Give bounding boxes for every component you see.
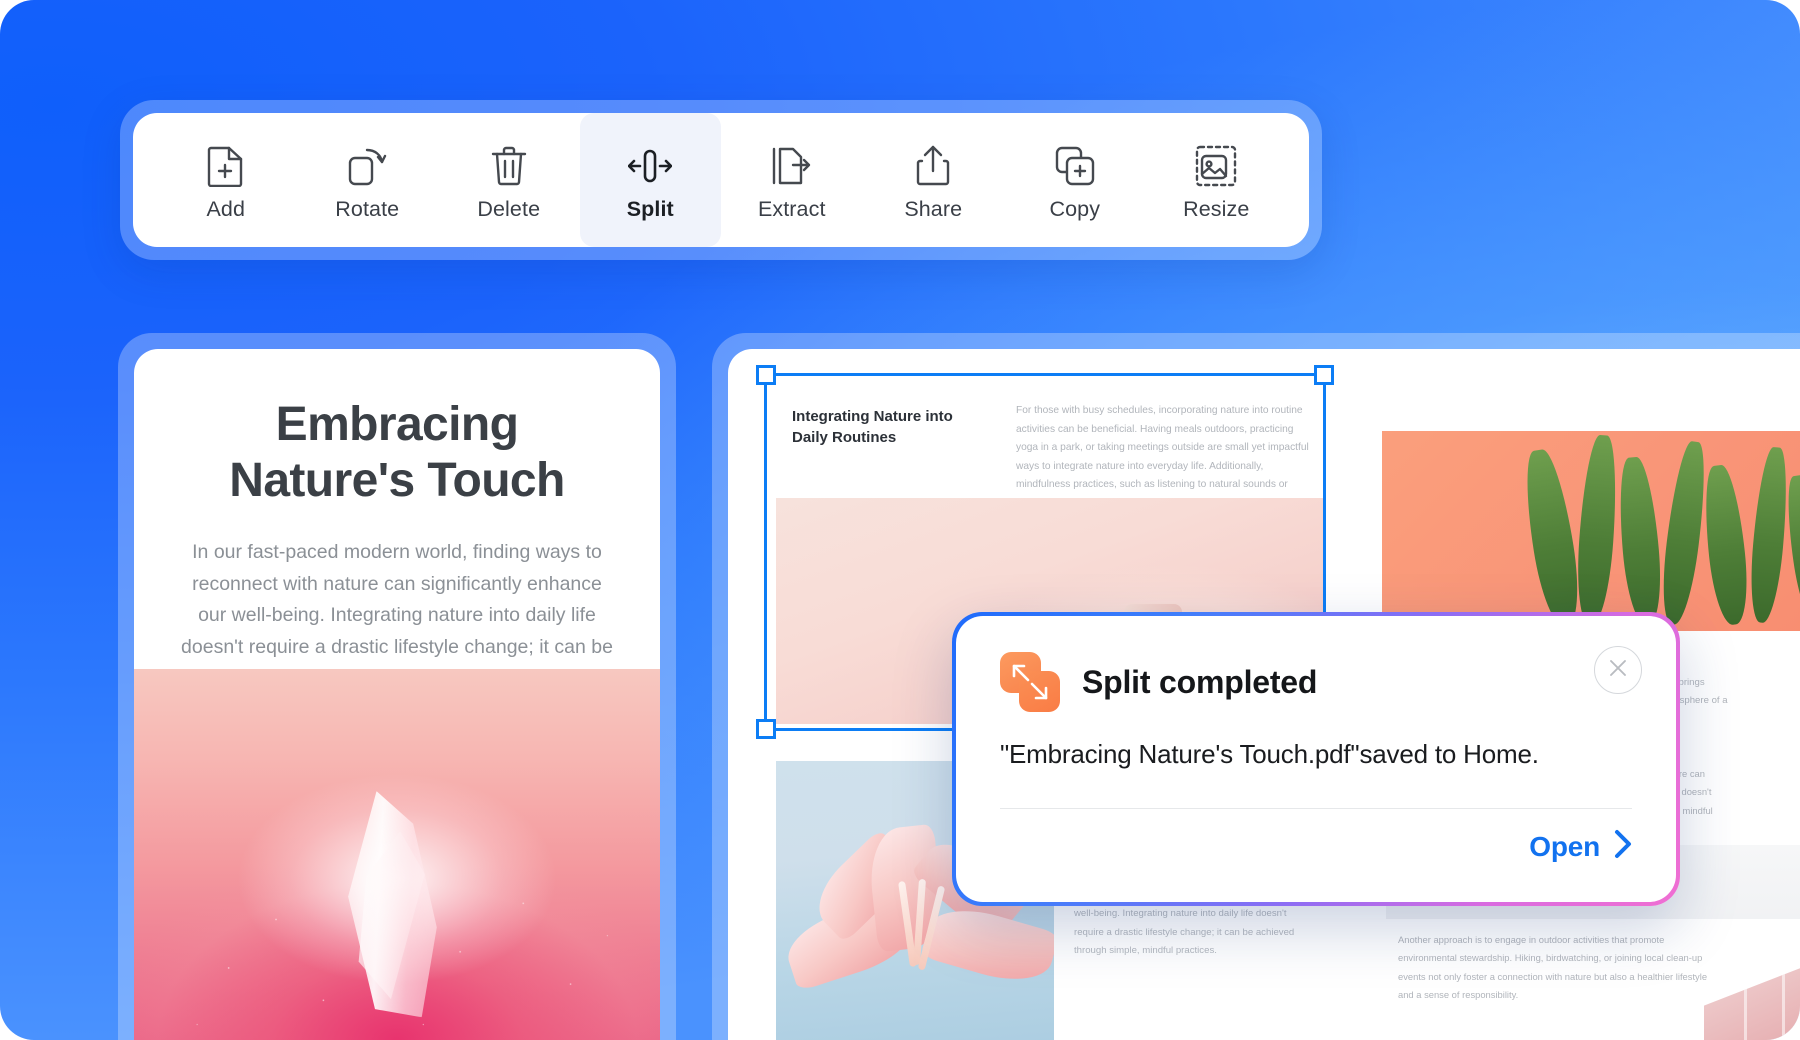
toolbar-label-add: Add: [206, 196, 246, 221]
dialog-message: "Embracing Nature's Touch.pdf"saved to H…: [1000, 739, 1539, 769]
split-completed-icon: [1000, 652, 1060, 712]
rotate-icon: [345, 144, 389, 188]
split-completed-dialog-body: Split completed "Embracing Nature's Touc…: [956, 616, 1676, 902]
cactus-stem: [1746, 446, 1792, 624]
toolbar-button-share[interactable]: Share: [863, 113, 1005, 247]
toolbar-button-add[interactable]: Add: [155, 113, 297, 247]
page2-image: [1382, 431, 1800, 631]
chevron-right-icon: [1612, 828, 1634, 865]
cactus-stem: [1518, 446, 1586, 630]
page4-image: [1704, 957, 1800, 1040]
cactus-stem: [1699, 463, 1753, 627]
toolbar-label-resize: Resize: [1183, 196, 1250, 221]
resize-image-icon: [1194, 144, 1238, 188]
document-title: Embracing Nature's Touch: [229, 398, 565, 508]
split-icon: [628, 144, 673, 188]
toolbar-button-extract[interactable]: Extract: [721, 113, 863, 247]
toolbar-button-copy[interactable]: Copy: [1004, 113, 1146, 247]
flower-petal: [920, 898, 1054, 992]
dialog-close-button[interactable]: [1594, 646, 1642, 694]
page-tools-toolbar: Add Rotate Delete Split Extract Share Co…: [133, 113, 1309, 247]
toolbar-label-share: Share: [904, 196, 963, 221]
app-root: Add Rotate Delete Split Extract Share Co…: [0, 0, 1800, 1040]
toolbar-button-resize[interactable]: Resize: [1146, 113, 1288, 247]
cactus-stem: [1614, 455, 1666, 627]
dialog-separator: [1000, 808, 1632, 809]
cactus-stem: [1573, 434, 1621, 626]
toolbar-label-copy: Copy: [1049, 196, 1101, 221]
toolbar-label-split: Split: [626, 196, 674, 221]
document-hero-image: [134, 669, 660, 1040]
dialog-open-button[interactable]: Open: [1529, 828, 1634, 865]
toolbar-button-delete[interactable]: Delete: [438, 113, 580, 247]
toolbar-label-delete: Delete: [477, 196, 541, 221]
share-icon: [911, 144, 955, 188]
dialog-open-label: Open: [1529, 830, 1600, 862]
roof-rib: [1782, 957, 1785, 1040]
dialog-title: Split completed: [1082, 663, 1318, 700]
roof-rib: [1744, 957, 1747, 1040]
extract-icon: [770, 144, 814, 188]
toolbar-label-rotate: Rotate: [335, 196, 400, 221]
document-preview-panel: Embracing Nature's Touch In our fast-pac…: [118, 333, 676, 1040]
close-icon: [1607, 657, 1629, 684]
toolbar-button-rotate[interactable]: Rotate: [297, 113, 439, 247]
toolbar-label-extract: Extract: [757, 196, 826, 221]
split-completed-dialog: Split completed "Embracing Nature's Touc…: [952, 612, 1680, 906]
copy-icon: [1053, 144, 1097, 188]
trash-icon: [487, 144, 531, 188]
toolbar-button-split[interactable]: Split: [579, 113, 721, 247]
add-page-icon: [204, 144, 248, 188]
page4-paragraph-bottom: Another approach is to engage in outdoor…: [1398, 934, 1708, 1000]
cactus-stem: [1656, 439, 1712, 627]
page1-heading: Integrating Nature into Daily Routines: [792, 408, 953, 447]
toolbar-container: Add Rotate Delete Split Extract Share Co…: [120, 100, 1322, 260]
dialog-header-row: Split completed: [1000, 652, 1632, 712]
document-preview-card[interactable]: Embracing Nature's Touch In our fast-pac…: [134, 349, 660, 1040]
